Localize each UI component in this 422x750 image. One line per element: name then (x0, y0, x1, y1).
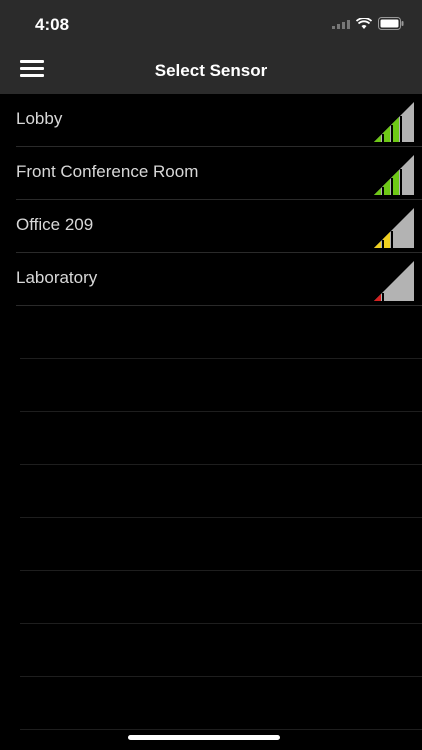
signal-strength-icon (374, 155, 414, 195)
signal-separator (391, 231, 393, 248)
empty-row (20, 359, 422, 412)
empty-row (20, 306, 422, 359)
empty-row (20, 412, 422, 465)
empty-row (20, 624, 422, 677)
signal-strength-icon (374, 102, 414, 142)
sensor-name: Lobby (16, 109, 63, 128)
signal-separator (391, 125, 393, 142)
empty-row (20, 571, 422, 624)
empty-row (20, 465, 422, 518)
sensor-name: Laboratory (16, 268, 98, 287)
wifi-icon (356, 17, 372, 29)
signal-separator (400, 169, 402, 195)
signal-bar (383, 179, 390, 195)
signal-separator (382, 240, 384, 248)
sensor-name: Front Conference Room (16, 162, 199, 181)
cellular-signal-icon (332, 19, 350, 29)
signal-bar (392, 170, 399, 195)
home-indicator[interactable] (128, 735, 280, 740)
status-icons (332, 17, 404, 30)
battery-icon (378, 17, 404, 30)
signal-strength-icon (374, 208, 414, 248)
signal-bar (383, 126, 390, 142)
status-bar: 4:08 (0, 0, 422, 50)
empty-row (20, 677, 422, 730)
sensor-row[interactable]: Lobby (16, 94, 422, 147)
signal-separator (391, 178, 393, 195)
signal-bar (383, 232, 390, 248)
signal-bar (374, 135, 381, 142)
status-time: 4:08 (35, 15, 70, 34)
sensor-list: Lobby Front Conference Room Office 209 L… (0, 94, 422, 730)
signal-bar (392, 117, 399, 142)
sensor-row[interactable]: Laboratory (16, 253, 422, 306)
signal-separator (382, 293, 384, 301)
signal-bar (374, 294, 381, 301)
sensor-name: Office 209 (16, 215, 94, 234)
empty-row (20, 518, 422, 571)
signal-strength-icon (374, 261, 414, 301)
signal-bar (374, 241, 381, 248)
signal-separator (382, 134, 384, 142)
sensor-row[interactable]: Office 209 (16, 200, 422, 253)
signal-separator (400, 116, 402, 142)
signal-separator (382, 187, 384, 195)
nav-bar: Select Sensor (0, 50, 422, 94)
signal-bar (374, 188, 381, 195)
page-title: Select Sensor (154, 61, 268, 80)
sensor-row[interactable]: Front Conference Room (16, 147, 422, 200)
